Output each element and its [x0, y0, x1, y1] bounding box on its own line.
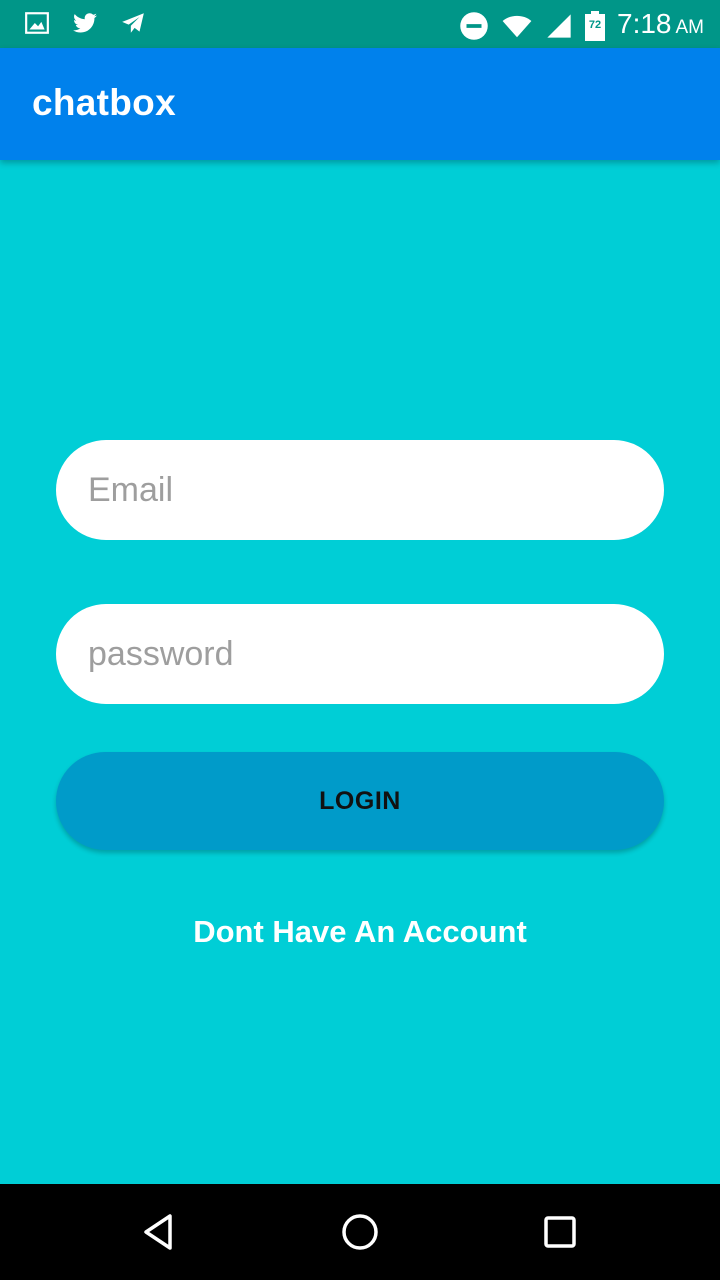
image-icon	[25, 12, 49, 34]
login-button[interactable]: LOGIN	[56, 752, 664, 850]
wifi-icon	[502, 15, 532, 38]
telegram-icon	[122, 13, 144, 33]
back-icon[interactable]	[136, 1208, 184, 1256]
status-bar: 72 7:18 AM	[0, 0, 720, 48]
home-icon[interactable]	[336, 1208, 384, 1256]
clock-ampm: AM	[675, 17, 705, 38]
notification-icons	[24, 10, 146, 36]
app-bar: chatbox	[0, 48, 720, 160]
app-title: chatbox	[32, 82, 176, 123]
signup-link[interactable]: Dont Have An Account	[0, 914, 720, 950]
recents-icon[interactable]	[536, 1208, 584, 1256]
clock: 7:18 AM	[617, 6, 704, 46]
system-indicators: 72 7:18 AM	[459, 6, 704, 46]
navigation-bar	[0, 1184, 720, 1280]
battery-level: 72	[588, 19, 602, 31]
clock-time: 7:18	[617, 8, 672, 39]
email-field[interactable]	[56, 440, 664, 540]
twitter-icon	[73, 13, 97, 33]
battery-icon: 72	[585, 11, 605, 41]
password-field[interactable]	[56, 604, 664, 704]
do-not-disturb-icon	[460, 12, 488, 40]
login-screen: 72 7:18AM chatbox LOGIN Dont Have An Acc…	[0, 0, 720, 1280]
signal-icon	[547, 14, 571, 38]
